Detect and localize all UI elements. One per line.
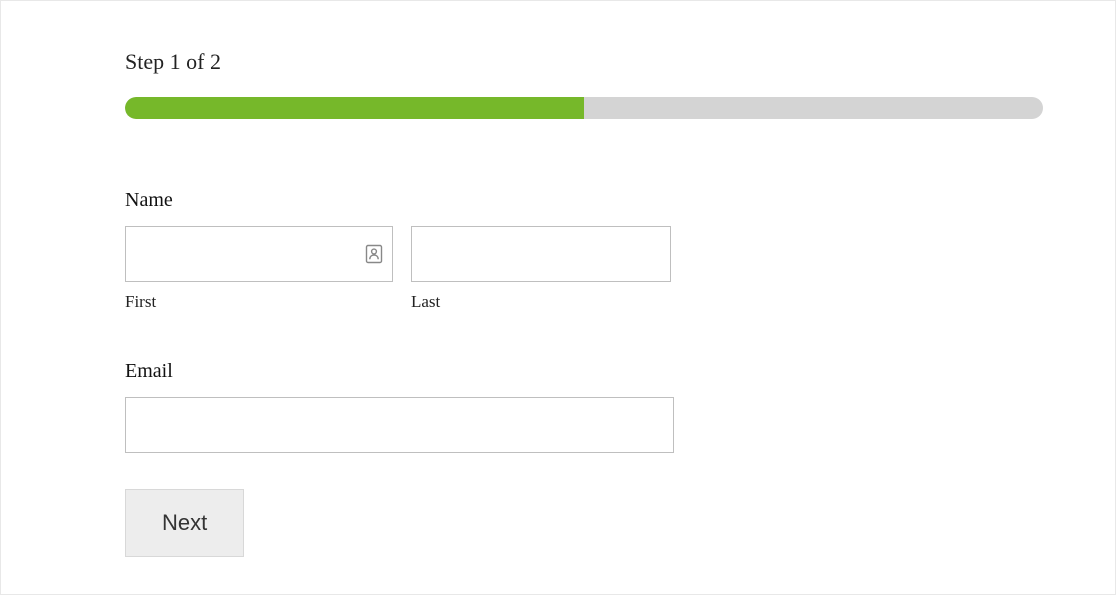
first-name-sublabel: First bbox=[125, 292, 393, 312]
progress-fill bbox=[125, 97, 584, 119]
last-name-sublabel: Last bbox=[411, 292, 671, 312]
email-label: Email bbox=[125, 360, 1043, 383]
progress-bar bbox=[125, 97, 1043, 119]
step-label: Step 1 of 2 bbox=[125, 49, 1043, 75]
name-row: First Last bbox=[125, 226, 1043, 312]
last-name-input[interactable] bbox=[411, 226, 671, 282]
first-name-wrapper bbox=[125, 226, 393, 282]
email-input[interactable] bbox=[125, 397, 674, 453]
next-button[interactable]: Next bbox=[125, 489, 244, 557]
first-name-input[interactable] bbox=[125, 226, 393, 282]
form-container: Step 1 of 2 Name First bbox=[0, 0, 1116, 595]
name-block: Name First Last bbox=[125, 189, 1043, 312]
name-label: Name bbox=[125, 189, 1043, 212]
last-name-col: Last bbox=[411, 226, 671, 312]
email-block: Email bbox=[125, 360, 1043, 453]
first-name-col: First bbox=[125, 226, 393, 312]
